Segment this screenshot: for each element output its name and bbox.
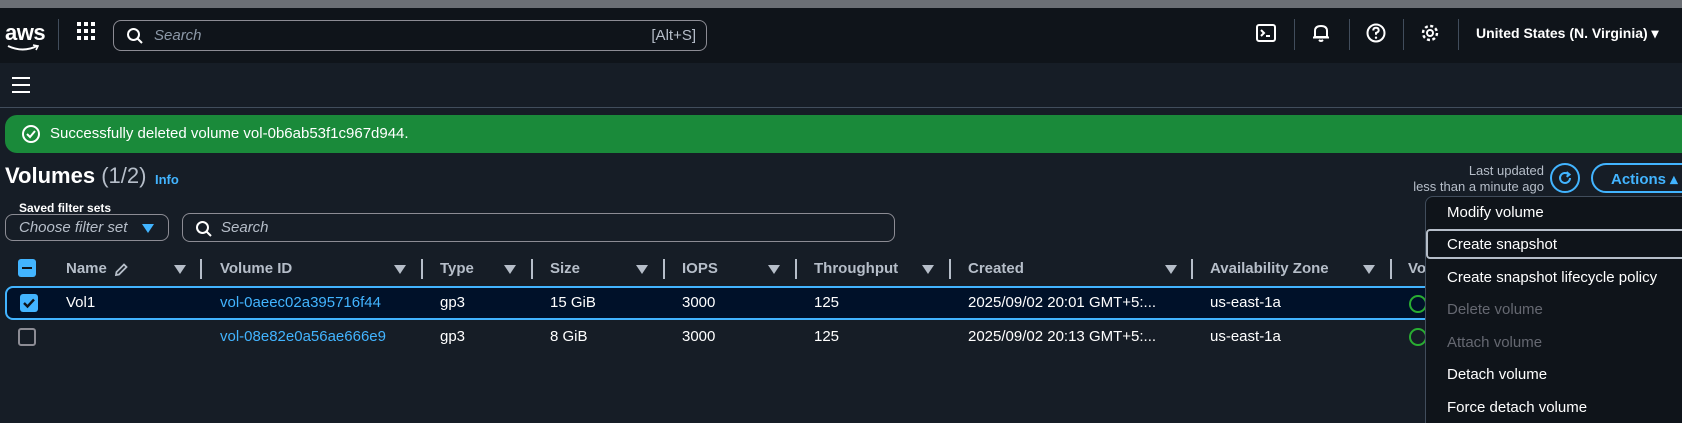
success-check-icon xyxy=(22,125,40,143)
divider xyxy=(1403,19,1404,50)
divider xyxy=(1349,19,1350,50)
sort-caret-icon[interactable] xyxy=(636,265,648,274)
cell-type: gp3 xyxy=(440,328,466,345)
caret-down-icon xyxy=(142,224,154,233)
column-header-throughput[interactable]: Throughput xyxy=(814,260,898,277)
divider xyxy=(58,19,59,50)
column-header-volume-state[interactable]: Vo xyxy=(1408,260,1426,277)
menu-item-detach-volume[interactable]: Detach volume xyxy=(1447,366,1547,383)
cell-throughput: 125 xyxy=(814,294,840,311)
global-search-input[interactable]: Search [Alt+S] xyxy=(113,20,707,51)
console-subbar xyxy=(0,63,1682,108)
notifications-bell-icon[interactable] xyxy=(1310,22,1332,44)
search-icon xyxy=(127,28,143,44)
column-header-type[interactable]: Type xyxy=(440,260,474,277)
selection-count: (1/2) xyxy=(101,163,147,188)
column-resizer[interactable] xyxy=(795,259,797,279)
last-updated-label: Last updated xyxy=(1468,163,1544,178)
aws-logo[interactable]: aws xyxy=(5,20,46,56)
cell-type: gp3 xyxy=(440,294,466,311)
cell-iops: 3000 xyxy=(682,328,716,345)
search-shortcut-hint: [Alt+S] xyxy=(651,27,696,44)
cell-throughput: 125 xyxy=(814,328,840,345)
sort-caret-icon[interactable] xyxy=(768,265,780,274)
refresh-icon xyxy=(1559,171,1572,184)
region-selector[interactable]: United States (N. Virginia) ▾ xyxy=(1476,25,1659,42)
help-icon[interactable] xyxy=(1365,22,1387,44)
page-title: Volumes (1/2) xyxy=(5,163,146,189)
cell-volume-id-link[interactable]: vol-08e82e0a56ae666e9 xyxy=(220,328,386,345)
column-resizer[interactable] xyxy=(1191,259,1193,279)
column-resizer[interactable] xyxy=(531,259,533,279)
divider xyxy=(1458,19,1459,50)
cell-availability-zone: us-east-1a xyxy=(1210,328,1281,345)
filter-set-placeholder: Choose filter set xyxy=(19,219,128,236)
volumes-search-placeholder: Search xyxy=(221,219,269,236)
aws-logo-text: aws xyxy=(5,20,46,45)
cell-name: Vol1 xyxy=(66,294,96,311)
menu-item-create-snapshot[interactable]: Create snapshot xyxy=(1447,236,1557,253)
cell-created: 2025/09/02 20:13 GMT+5:... xyxy=(968,328,1157,345)
last-updated: Last updated less than a minute ago xyxy=(1413,163,1544,195)
menu-item-delete-volume: Delete volume xyxy=(1447,301,1543,318)
cell-volume-id-link[interactable]: vol-0aeec02a395716f44 xyxy=(220,294,381,311)
services-grid-icon[interactable] xyxy=(74,19,98,43)
settings-gear-icon[interactable] xyxy=(1419,22,1441,44)
info-link[interactable]: Info xyxy=(155,172,179,187)
menu-item-attach-volume: Attach volume xyxy=(1447,334,1543,351)
column-header-size[interactable]: Size xyxy=(550,260,580,277)
refresh-button[interactable] xyxy=(1550,163,1580,193)
volumes-search-input[interactable]: Search xyxy=(182,213,895,242)
saved-filter-sets-label: Saved filter sets xyxy=(19,201,112,215)
row-checkbox[interactable] xyxy=(18,328,36,346)
sort-caret-icon[interactable] xyxy=(504,265,516,274)
row-checkbox[interactable] xyxy=(20,294,38,312)
edit-pencil-icon xyxy=(114,263,128,277)
cell-created: 2025/09/02 20:01 GMT+5:... xyxy=(968,294,1157,311)
cell-size: 8 GiB xyxy=(550,328,588,345)
menu-item-force-detach-volume[interactable]: Force detach volume xyxy=(1447,399,1587,416)
saved-filter-set-select[interactable]: Choose filter set xyxy=(5,214,169,241)
cell-availability-zone: us-east-1a xyxy=(1210,294,1281,311)
column-resizer[interactable] xyxy=(421,259,423,279)
sort-caret-icon[interactable] xyxy=(922,265,934,274)
sort-caret-icon[interactable] xyxy=(174,265,186,274)
success-flashbar: Successfully deleted volume vol-0b6ab53f… xyxy=(5,115,1682,153)
cell-iops: 3000 xyxy=(682,294,716,311)
sort-caret-icon[interactable] xyxy=(394,265,406,274)
column-header-created[interactable]: Created xyxy=(968,260,1024,277)
search-icon xyxy=(196,221,212,237)
cell-size: 15 GiB xyxy=(550,294,596,311)
column-header-volume-id[interactable]: Volume ID xyxy=(220,260,292,277)
column-resizer[interactable] xyxy=(1390,259,1392,279)
column-header-iops[interactable]: IOPS xyxy=(682,260,718,277)
divider xyxy=(1294,19,1295,50)
search-placeholder: Search xyxy=(154,27,202,44)
column-header-availability-zone[interactable]: Availability Zone xyxy=(1210,260,1329,277)
menu-item-create-snapshot-lifecycle-policy[interactable]: Create snapshot lifecycle policy xyxy=(1447,269,1657,286)
column-resizer[interactable] xyxy=(949,259,951,279)
menu-item-modify-volume[interactable]: Modify volume xyxy=(1447,204,1544,221)
column-header-name[interactable]: Name xyxy=(66,260,107,277)
flash-message: Successfully deleted volume vol-0b6ab53f… xyxy=(50,125,409,142)
menu-hamburger-icon[interactable] xyxy=(12,77,30,98)
sort-caret-icon[interactable] xyxy=(1165,265,1177,274)
actions-button[interactable]: Actions ▴ xyxy=(1591,163,1682,193)
cloudshell-icon[interactable] xyxy=(1255,22,1277,44)
sort-caret-icon[interactable] xyxy=(1363,265,1375,274)
page-title-text: Volumes xyxy=(5,163,96,188)
column-resizer[interactable] xyxy=(200,259,202,279)
column-resizer[interactable] xyxy=(663,259,665,279)
last-updated-value: less than a minute ago xyxy=(1413,179,1544,194)
